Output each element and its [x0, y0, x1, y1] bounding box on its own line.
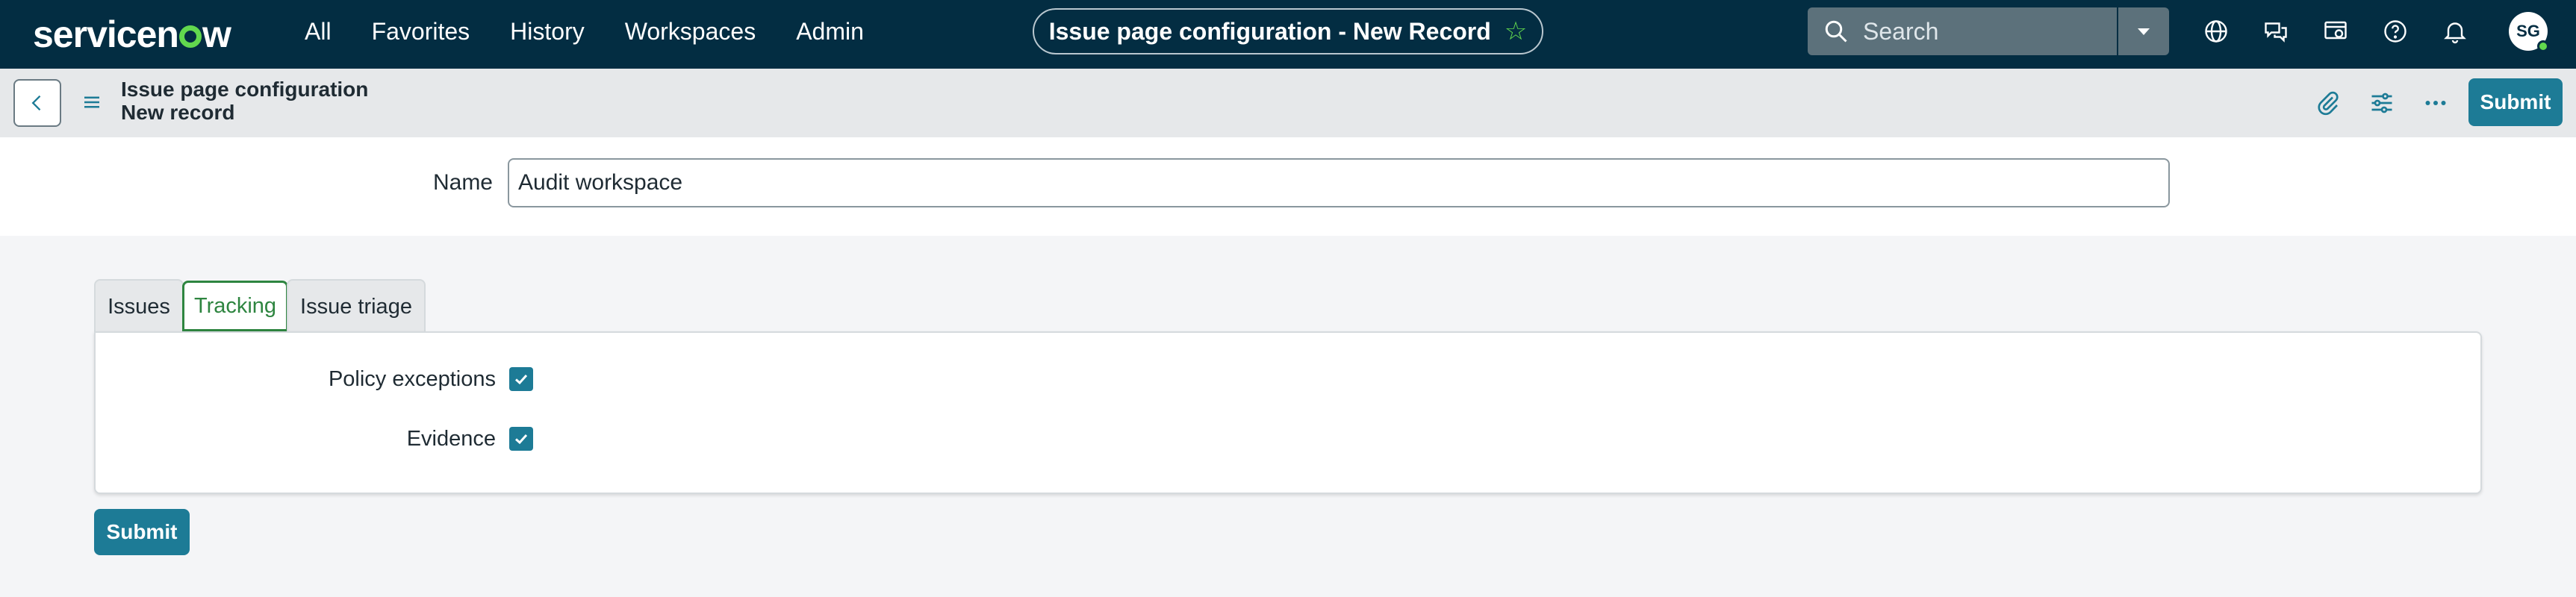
- tab-issues[interactable]: Issues: [94, 279, 184, 333]
- evidence-label: Evidence: [406, 426, 496, 451]
- context-menu-icon[interactable]: [81, 91, 103, 113]
- chat-icon[interactable]: [2262, 18, 2289, 45]
- online-status-dot: [2537, 40, 2549, 52]
- nav-workspaces[interactable]: Workspaces: [625, 18, 756, 46]
- tab-tracking[interactable]: Tracking: [182, 281, 288, 331]
- top-nav: servicen w All Favorites History Workspac…: [0, 0, 2576, 69]
- policy-exceptions-checkbox[interactable]: [509, 367, 533, 391]
- bell-icon[interactable]: [2442, 18, 2468, 45]
- search-icon: [1823, 18, 1849, 45]
- context-title-pill[interactable]: Issue page configuration - New Record ☆: [1033, 8, 1543, 54]
- nav-all[interactable]: All: [305, 18, 332, 46]
- chevron-left-icon: [31, 95, 41, 111]
- nav-admin[interactable]: Admin: [796, 18, 864, 46]
- user-avatar[interactable]: SG: [2509, 12, 2549, 52]
- field-row-policy-exceptions: Policy exceptions: [96, 363, 618, 396]
- search-input[interactable]: Search: [1863, 18, 2117, 46]
- search-scope-dropdown[interactable]: [2117, 7, 2169, 55]
- global-search[interactable]: Search: [1808, 7, 2169, 55]
- globe-icon[interactable]: [2203, 18, 2230, 45]
- field-row-evidence: Evidence: [96, 422, 618, 455]
- star-icon[interactable]: ☆: [1505, 16, 1527, 46]
- avatar-initials: SG: [2516, 22, 2540, 40]
- paperclip-icon[interactable]: [2315, 90, 2342, 116]
- record-subtitle: New record: [121, 101, 235, 124]
- context-title: Issue page configuration - New Record: [1048, 17, 1491, 45]
- screen-icon[interactable]: [2322, 18, 2349, 45]
- tab-issue-triage[interactable]: Issue triage: [287, 279, 426, 333]
- name-section: Name Audit workspace: [0, 137, 2576, 236]
- header-actions: [2315, 84, 2449, 122]
- policy-exceptions-label: Policy exceptions: [328, 366, 496, 391]
- servicenow-logo[interactable]: servicen w: [33, 7, 231, 61]
- record-header: Issue page configuration New record Subm…: [0, 69, 2576, 137]
- page-title: Issue page configuration New record: [121, 78, 368, 124]
- nav-links: All Favorites History Workspaces Admin: [305, 0, 864, 63]
- checkmark-icon: [514, 434, 528, 445]
- submit-button-header[interactable]: Submit: [2468, 78, 2563, 126]
- nav-favorites[interactable]: Favorites: [372, 18, 470, 46]
- top-icons: [2203, 13, 2468, 49]
- more-options-icon[interactable]: [2422, 90, 2449, 116]
- chevron-down-icon: [2138, 28, 2150, 35]
- settings-sliders-icon[interactable]: [2368, 90, 2395, 116]
- evidence-checkbox[interactable]: [509, 427, 533, 451]
- name-label: Name: [432, 170, 493, 195]
- help-icon[interactable]: [2382, 18, 2409, 45]
- submit-button-bottom[interactable]: Submit: [94, 509, 190, 555]
- tab-panel-tracking: Policy exceptions Evidence: [94, 331, 2482, 494]
- form-tabs: Issues Tracking Issue triage: [94, 279, 426, 333]
- name-input[interactable]: Audit workspace: [508, 158, 2170, 207]
- nav-history[interactable]: History: [510, 18, 585, 46]
- record-table-title: Issue page configuration: [121, 78, 369, 101]
- checkmark-icon: [514, 374, 528, 385]
- back-button[interactable]: [13, 79, 61, 127]
